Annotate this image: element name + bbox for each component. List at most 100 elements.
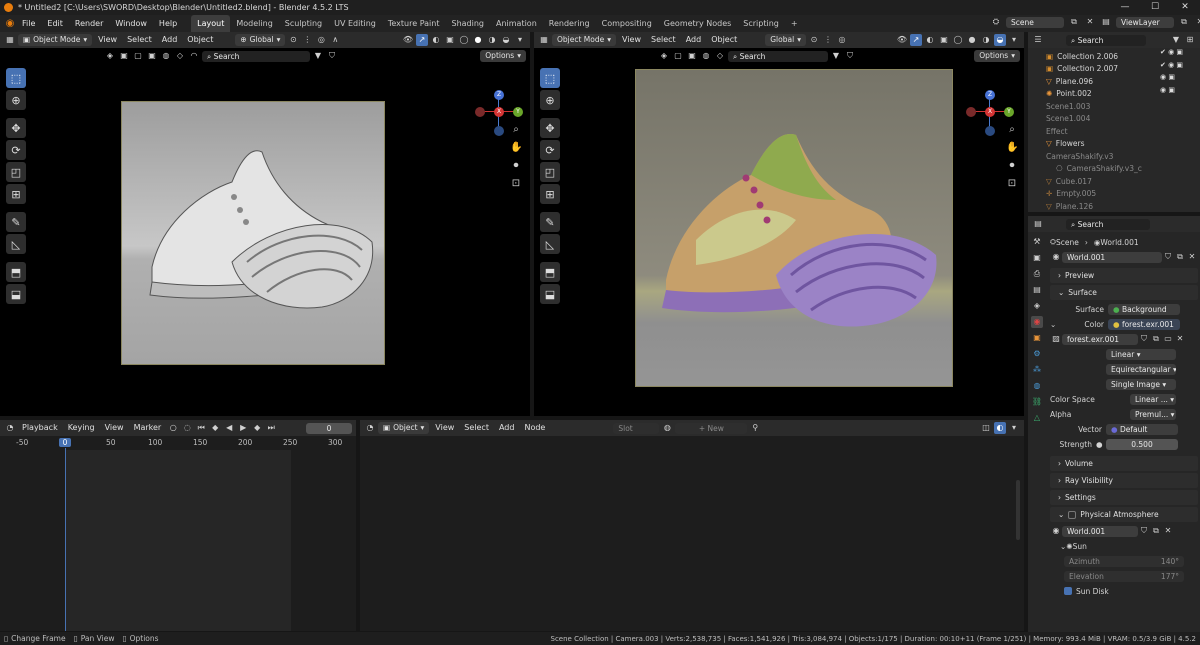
copy-layer-icon[interactable]: ⧉ [1178,16,1190,28]
xray-icon[interactable]: ▣ [444,34,456,46]
move-tool[interactable]: ✥ [540,118,560,138]
mesh-icon[interactable]: ▢ [132,50,144,62]
render-tab-icon[interactable]: ▣ [1031,252,1043,264]
tab-animation[interactable]: Animation [490,15,543,32]
surface-shader-field[interactable]: ● Background [1108,303,1180,315]
pivot-icon[interactable]: ⊙ [287,34,299,46]
overlay-options-icon[interactable]: ▾ [1008,422,1020,434]
add-workspace-button[interactable]: + [785,15,804,32]
pan-hand-icon[interactable]: ✋ [1006,142,1018,154]
menu-select[interactable]: Select [647,33,680,47]
breadcrumb-scene[interactable]: Scene [1056,238,1079,247]
outliner-row[interactable]: ▽ Cube.017 [1046,175,1196,188]
orientation-selector[interactable]: Global ▾ [765,34,806,46]
object-types-icon[interactable]: ▣ [118,50,130,62]
atmosphere-checkbox[interactable] [1068,510,1077,519]
maximize-button[interactable]: ☐ [1140,0,1170,15]
new-material-button[interactable]: + New [675,422,748,434]
camera-view-icon[interactable]: ⏺ [510,160,522,172]
mode-selector[interactable]: ▣ Object Mode ▾ [18,34,93,46]
playhead-line[interactable] [65,448,66,631]
menu-window[interactable]: Window [109,15,153,32]
tab-uv-editing[interactable]: UV Editing [328,15,382,32]
fake-user-icon[interactable]: ⛉ [1162,251,1174,263]
outliner-row[interactable]: Scene1.004 [1046,113,1196,126]
viewport-options-button[interactable]: Options ▾ [480,50,526,62]
gizmo-y-axis[interactable]: Y [513,107,523,117]
outliner-row[interactable]: ⎔ CameraShakify.v3_c [1046,163,1196,176]
world-tab-icon[interactable]: ◉ [1031,316,1043,328]
tab-compositing[interactable]: Compositing [596,15,658,32]
cursor-tool[interactable]: ⊕ [6,90,26,110]
scene-selector[interactable]: Scene [1006,16,1064,28]
light-filter-icon[interactable]: ◍ [160,50,172,62]
tab-modeling[interactable]: Modeling [230,15,278,32]
annotate-tool[interactable]: ✎ [540,212,560,232]
play-icon[interactable]: ▶ [237,422,249,434]
add-cube-tool[interactable]: ⬒ [6,262,26,282]
tab-texture-paint[interactable]: Texture Paint [382,15,446,32]
select-box-tool[interactable]: ⬚ [540,68,560,88]
gizmo-neg-y[interactable] [966,107,976,117]
material-shading-icon[interactable]: ◑ [980,34,992,46]
measure-tool[interactable]: ◺ [540,234,560,254]
fake-user-icon[interactable]: ⛉ [1138,333,1150,345]
outliner-row[interactable]: ▽ Plane.126 [1046,200,1196,213]
rotate-tool[interactable]: ⟳ [6,140,26,160]
menu-edit[interactable]: Edit [41,15,69,32]
shader-editor-panel[interactable]: ◔ ▣ Object ▾ View Select Add Node Slot ◍ +… [360,420,1024,631]
prev-key-icon[interactable]: ◆ [209,422,221,434]
viewport-right[interactable]: ▦ Object Mode ▾ View Select Add Object Gl… [534,32,1024,416]
scale-tool[interactable]: ◰ [540,162,560,182]
proportional-icon[interactable]: ◎ [836,34,848,46]
outliner-row[interactable]: Scene1.003 [1046,100,1196,113]
overlay-icon[interactable]: ◐ [924,34,936,46]
section-preview[interactable]: › Preview [1050,268,1198,283]
tab-rendering[interactable]: Rendering [543,15,596,32]
object-tab-icon[interactable]: ▣ [1031,332,1043,344]
move-tool[interactable]: ✥ [6,118,26,138]
menu-add[interactable]: Add [682,33,706,47]
wireframe-shading-icon[interactable]: ◯ [952,34,964,46]
proportional-icon[interactable]: ◎ [315,34,327,46]
record-icon[interactable]: ○ [167,422,179,434]
orientation-selector[interactable]: ⊕ Global ▾ [235,34,286,46]
node-editor-icon[interactable]: ◔ [364,422,376,434]
alpha-dropdown[interactable]: Premul... ▾ [1130,408,1176,420]
outliner-search[interactable]: ⌕ Search [1066,34,1146,46]
close-button[interactable]: ✕ [1170,0,1200,15]
falloff-icon[interactable]: ∧ [329,34,341,46]
extrude-tool[interactable]: ⬓ [540,284,560,304]
empty-filter-icon[interactable]: ◇ [174,50,186,62]
lock-icon[interactable]: ⊡ [510,178,522,190]
section-volume[interactable]: › Volume [1050,456,1198,471]
rotate-tool[interactable]: ⟳ [540,140,560,160]
cursor-tool[interactable]: ⊕ [540,90,560,110]
tab-geometry-nodes[interactable]: Geometry Nodes [658,15,737,32]
sun-disk-checkbox[interactable] [1064,587,1072,595]
unlink-world-icon[interactable]: ✕ [1186,251,1198,263]
image-name-field[interactable]: forest.exr.001 [1062,333,1138,345]
scrollbar[interactable] [1016,480,1020,540]
play-reverse-icon[interactable]: ◀ [223,422,235,434]
outliner-row[interactable]: Effect [1046,125,1196,138]
world-name-field[interactable]: World.001 [1062,251,1162,263]
lock-icon[interactable]: ⊡ [1006,178,1018,190]
jump-start-icon[interactable]: ⏮ [195,422,207,434]
camera-view-icon[interactable]: ⏺ [1006,160,1018,172]
keyframe-type-icon[interactable]: ◌ [181,422,193,434]
new-collection-icon[interactable]: ⊞ [1184,34,1196,46]
shader-type-selector[interactable]: ▣ Object ▾ [378,422,430,434]
overlay-icon[interactable]: ◐ [430,34,442,46]
slot-dropdown[interactable]: Slot [613,422,660,434]
extrude-tool[interactable]: ⬓ [6,284,26,304]
particles-tab-icon[interactable]: ⁂ [1031,364,1043,376]
delete-scene-icon[interactable]: ✕ [1084,16,1096,28]
tab-layout[interactable]: Layout [191,15,231,32]
camera-filter-icon[interactable]: ▣ [686,50,698,62]
source-dropdown[interactable]: Single Image ▾ [1106,378,1176,390]
snap-icon[interactable]: ⋮ [301,34,313,46]
menu-marker[interactable]: Marker [130,421,166,435]
editor-type-icon[interactable]: ▦ [538,34,550,46]
xray-icon[interactable]: ▣ [938,34,950,46]
